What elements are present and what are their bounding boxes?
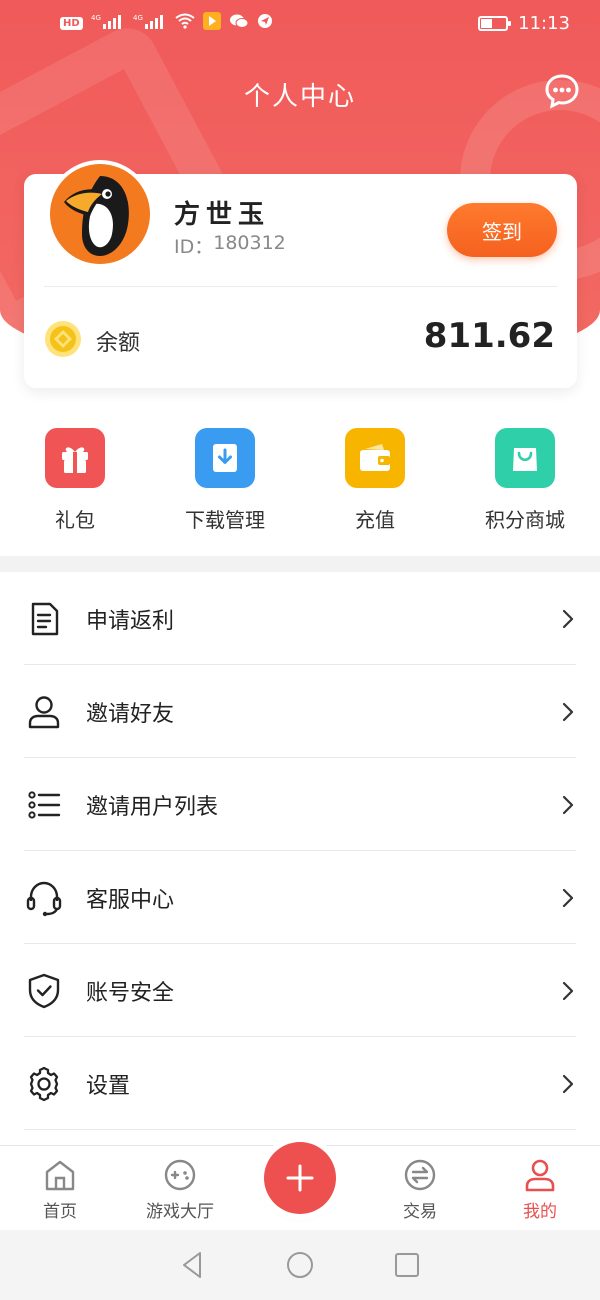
chevron-right-icon — [562, 1074, 574, 1093]
home-circle-icon[interactable] — [285, 1250, 315, 1280]
shopping-bag-icon — [495, 428, 555, 488]
battery-icon — [478, 15, 512, 31]
tab-game-hall[interactable]: 游戏大厅 — [120, 1146, 240, 1230]
menu-label: 邀请好友 — [86, 701, 175, 727]
home-icon — [45, 1160, 75, 1191]
user-id: ID： 180312 — [174, 232, 286, 259]
back-icon[interactable] — [178, 1250, 208, 1280]
wifi-icon — [175, 13, 195, 33]
menu-item-settings[interactable]: 设置 — [0, 1037, 600, 1130]
page-title: 个人中心 — [243, 82, 356, 112]
tab-home[interactable]: 首页 — [0, 1146, 120, 1230]
menu-label: 客服中心 — [86, 887, 175, 913]
gear-icon — [24, 1064, 64, 1104]
gamepad-icon — [164, 1159, 196, 1191]
exchange-icon — [404, 1159, 436, 1191]
person-icon — [24, 692, 64, 732]
user-id-value: 180312 — [213, 232, 286, 254]
hd-badge: HD — [60, 16, 83, 30]
tab-label: 游戏大厅 — [146, 1202, 214, 1222]
user-id-label: ID： — [174, 236, 214, 258]
menu-item-invited-users[interactable]: 邀请用户列表 — [0, 758, 600, 851]
tab-label: 首页 — [43, 1202, 77, 1222]
status-icons: HD 4G 4G — [60, 12, 273, 34]
svg-text:4G: 4G — [133, 14, 143, 22]
wallet-icon — [345, 428, 405, 488]
tab-label: 我的 — [523, 1202, 557, 1222]
balance-value: 811.62 — [423, 316, 555, 356]
headset-icon — [24, 878, 64, 918]
toucan-avatar — [50, 164, 150, 264]
tab-trade[interactable]: 交易 — [360, 1146, 480, 1230]
user-name: 方世玉 — [174, 200, 271, 230]
signal-icon: 4G — [133, 13, 167, 33]
coin-icon — [44, 320, 82, 358]
profile-card: 方世玉 ID： 180312 签到 余额 811.62 — [24, 160, 577, 388]
quick-item-gift[interactable]: 礼包 — [0, 428, 150, 538]
menu-list: 申请返利 邀请好友 邀请用户列表 客服中心 账号安全 设置 — [0, 572, 600, 1130]
menu-label: 账号安全 — [86, 980, 175, 1006]
tab-label: 交易 — [403, 1202, 437, 1222]
quick-item-points-mall[interactable]: 积分商城 — [450, 428, 600, 538]
menu-item-invite-friends[interactable]: 邀请好友 — [0, 665, 600, 758]
chat-bubble-icon[interactable] — [544, 73, 580, 109]
menu-label: 设置 — [86, 1073, 131, 1099]
chevron-right-icon — [562, 981, 574, 1000]
list-icon — [24, 785, 64, 825]
menu-item-rebate[interactable]: 申请返利 — [0, 572, 600, 665]
chevron-right-icon — [562, 609, 574, 628]
quick-label: 充值 — [355, 508, 395, 532]
status-bar: HD 4G 4G 11:13 — [0, 0, 600, 46]
video-app-icon — [202, 12, 221, 34]
menu-item-account-security[interactable]: 账号安全 — [0, 944, 600, 1037]
shield-icon — [24, 971, 64, 1011]
menu-label: 邀请用户列表 — [86, 794, 219, 820]
location-icon — [257, 13, 273, 33]
svg-text:4G: 4G — [91, 14, 101, 22]
document-icon — [24, 599, 64, 639]
plus-icon — [286, 1164, 314, 1192]
balance-label: 余额 — [96, 331, 141, 356]
quick-label: 下载管理 — [185, 508, 265, 532]
avatar[interactable] — [46, 160, 154, 268]
gift-icon — [45, 428, 105, 488]
quick-menu: 礼包 下载管理 充值 积分商城 — [0, 428, 600, 538]
card-divider — [44, 286, 557, 287]
add-button[interactable] — [264, 1142, 336, 1214]
chevron-right-icon — [562, 702, 574, 721]
quick-item-download[interactable]: 下载管理 — [150, 428, 300, 538]
menu-label: 申请返利 — [86, 608, 175, 634]
recents-icon[interactable] — [392, 1250, 422, 1280]
quick-label: 积分商城 — [485, 508, 565, 532]
signal-icon: 4G — [91, 13, 125, 33]
chevron-right-icon — [562, 795, 574, 814]
system-nav-bar — [0, 1230, 600, 1300]
checkin-button[interactable]: 签到 — [447, 203, 557, 257]
quick-label: 礼包 — [55, 508, 95, 532]
quick-item-recharge[interactable]: 充值 — [300, 428, 450, 538]
status-right: 11:13 — [478, 13, 570, 34]
chevron-right-icon — [562, 888, 574, 907]
download-icon — [195, 428, 255, 488]
wechat-icon — [229, 13, 249, 33]
user-icon — [525, 1159, 555, 1192]
tab-mine[interactable]: 我的 — [480, 1146, 600, 1230]
section-separator — [0, 556, 600, 572]
menu-item-customer-service[interactable]: 客服中心 — [0, 851, 600, 944]
status-time: 11:13 — [518, 12, 570, 34]
